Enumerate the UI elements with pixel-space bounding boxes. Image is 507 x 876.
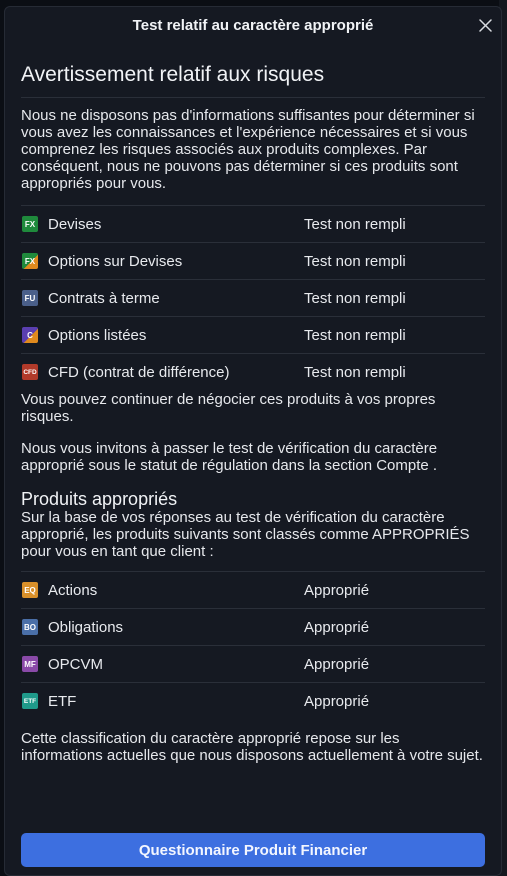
close-icon[interactable] bbox=[475, 15, 495, 35]
list-item: EQ Actions Approprié bbox=[21, 572, 485, 609]
cfd-icon: CFD bbox=[22, 364, 38, 380]
list-item: CFD CFD (contrat de différence) Test non… bbox=[21, 354, 485, 390]
product-name: ETF bbox=[48, 692, 77, 710]
product-name: Options sur Devises bbox=[48, 252, 183, 270]
appropriate-products-heading: Produits appropriés bbox=[21, 489, 178, 509]
list-item: FX Options sur Devises Test non rempli bbox=[21, 243, 485, 280]
futures-icon: FU bbox=[22, 290, 38, 306]
modal-header: Test relatif au caractère approprié bbox=[5, 7, 501, 41]
product-status: Approprié bbox=[304, 618, 370, 636]
product-name: Obligations bbox=[48, 618, 124, 636]
product-status: Test non rempli bbox=[304, 326, 406, 344]
modal-title: Test relatif au caractère approprié bbox=[132, 16, 374, 34]
bonds-icon: BO bbox=[22, 619, 38, 635]
equities-icon: EQ bbox=[22, 582, 38, 598]
product-name: CFD (contrat de différence) bbox=[48, 363, 230, 381]
fx-options-icon: FX bbox=[22, 253, 38, 269]
product-name: Options listées bbox=[48, 326, 147, 344]
funds-icon: MF bbox=[22, 656, 38, 672]
fx-icon: FX bbox=[22, 216, 38, 232]
product-name: Contrats à terme bbox=[48, 289, 160, 307]
product-name: OPCVM bbox=[48, 655, 104, 673]
risk-product-list: FX Devises Test non rempli FX Options su… bbox=[21, 206, 485, 390]
appropriate-basis-text: Sur la base de vos réponses au test de v… bbox=[21, 509, 485, 572]
list-item: BO Obligations Approprié bbox=[21, 609, 485, 646]
risk-intro-text: Nous ne disposons pas d'informations suf… bbox=[21, 107, 485, 206]
product-status: Test non rempli bbox=[304, 215, 406, 233]
product-name: Devises bbox=[48, 215, 102, 233]
risk-warning-heading: Avertissement relatif aux risques bbox=[21, 63, 485, 98]
financial-questionnaire-button[interactable]: Questionnaire Produit Financier bbox=[21, 833, 485, 867]
listed-options-icon: C bbox=[22, 327, 38, 343]
product-status: Approprié bbox=[304, 581, 370, 599]
classification-text: Cette classification du caractère approp… bbox=[21, 730, 483, 764]
product-status: Test non rempli bbox=[304, 252, 406, 270]
list-item: MF OPCVM Approprié bbox=[21, 646, 485, 683]
continue-trading-text: Vous pouvez continuer de négocier ces pr… bbox=[21, 391, 436, 425]
appropriate-product-list: EQ Actions Approprié BO Obligations Appr… bbox=[21, 572, 485, 719]
list-item: FX Devises Test non rempli bbox=[21, 206, 485, 243]
invite-test-text: Nous vous invitons à passer le test de v… bbox=[21, 440, 438, 474]
product-status: Test non rempli bbox=[304, 363, 406, 381]
product-name: Actions bbox=[48, 581, 98, 599]
product-status: Approprié bbox=[304, 655, 370, 673]
list-item: ETF ETF Approprié bbox=[21, 683, 485, 719]
list-item: C Options listées Test non rempli bbox=[21, 317, 485, 354]
list-item: FU Contrats à terme Test non rempli bbox=[21, 280, 485, 317]
suitability-modal: Test relatif au caractère approprié Aver… bbox=[4, 6, 502, 876]
modal-content: Avertissement relatif aux risques Nous n… bbox=[5, 63, 501, 764]
product-status: Approprié bbox=[304, 692, 370, 710]
etf-icon: ETF bbox=[22, 693, 38, 709]
product-status: Test non rempli bbox=[304, 289, 406, 307]
